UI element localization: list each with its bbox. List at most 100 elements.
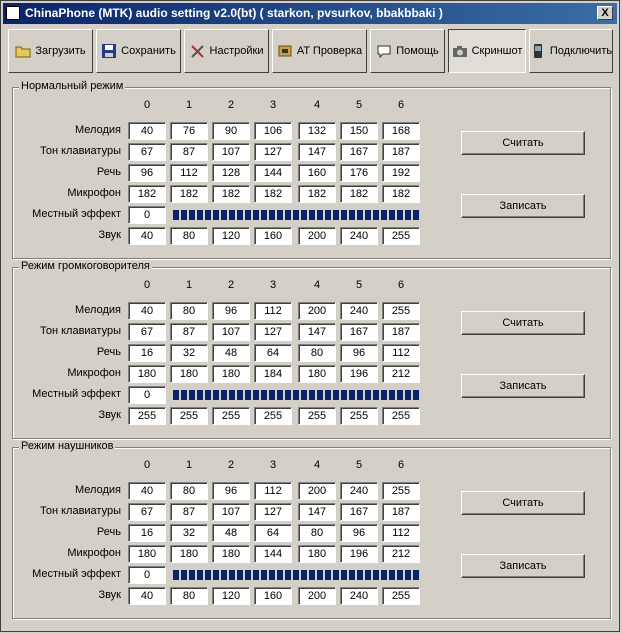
speech-row-cell[interactable]: 32 <box>170 344 208 362</box>
sound-row-cell[interactable]: 255 <box>128 407 166 425</box>
speech-row-cell[interactable]: 160 <box>298 164 336 182</box>
keytone-row-cell[interactable]: 67 <box>128 323 166 341</box>
melody-row-cell[interactable]: 255 <box>382 302 420 320</box>
sound-row-cell[interactable]: 40 <box>128 227 166 245</box>
speech-row-cell[interactable]: 128 <box>212 164 250 182</box>
keytone-row-cell[interactable]: 147 <box>298 503 336 521</box>
keytone-row-cell[interactable]: 187 <box>382 323 420 341</box>
help-button[interactable]: Помощь <box>370 29 445 73</box>
mic-row-cell[interactable]: 212 <box>382 365 420 383</box>
speech-row-cell[interactable]: 80 <box>298 344 336 362</box>
mic-row-cell[interactable]: 182 <box>254 185 292 203</box>
mic-row-cell[interactable]: 182 <box>128 185 166 203</box>
keytone-row-cell[interactable]: 147 <box>298 143 336 161</box>
melody-row-cell[interactable]: 240 <box>340 482 378 500</box>
keytone-row-cell[interactable]: 107 <box>212 143 250 161</box>
sound-row-cell[interactable]: 255 <box>212 407 250 425</box>
save-button[interactable]: Сохранить <box>96 29 181 73</box>
write-button[interactable]: Записать <box>461 374 585 398</box>
melody-row-cell[interactable]: 200 <box>298 482 336 500</box>
mic-row-cell[interactable]: 182 <box>382 185 420 203</box>
melody-row-cell[interactable]: 112 <box>254 482 292 500</box>
keytone-row-cell[interactable]: 67 <box>128 503 166 521</box>
sound-row-cell[interactable]: 240 <box>340 227 378 245</box>
mic-row-cell[interactable]: 144 <box>254 545 292 563</box>
melody-row-cell[interactable]: 80 <box>170 482 208 500</box>
speech-row-cell[interactable]: 64 <box>254 524 292 542</box>
write-button[interactable]: Записать <box>461 194 585 218</box>
speech-row-cell[interactable]: 64 <box>254 344 292 362</box>
mic-row-cell[interactable]: 180 <box>128 365 166 383</box>
speech-row-cell[interactable]: 16 <box>128 524 166 542</box>
sound-row-cell[interactable]: 160 <box>254 587 292 605</box>
sound-row-cell[interactable]: 200 <box>298 587 336 605</box>
mic-row-cell[interactable]: 180 <box>170 365 208 383</box>
melody-row-cell[interactable]: 200 <box>298 302 336 320</box>
speech-row-cell[interactable]: 112 <box>382 524 420 542</box>
mic-row-cell[interactable]: 180 <box>298 545 336 563</box>
sound-row-cell[interactable]: 255 <box>382 227 420 245</box>
sound-row-cell[interactable]: 160 <box>254 227 292 245</box>
sound-row-cell[interactable]: 120 <box>212 227 250 245</box>
mic-row-cell[interactable]: 212 <box>382 545 420 563</box>
sound-row-cell[interactable]: 255 <box>170 407 208 425</box>
speech-row-cell[interactable]: 192 <box>382 164 420 182</box>
connect-button[interactable]: Подключить <box>529 29 613 73</box>
keytone-row-cell[interactable]: 87 <box>170 143 208 161</box>
keytone-row-cell[interactable]: 87 <box>170 323 208 341</box>
speech-row-cell[interactable]: 144 <box>254 164 292 182</box>
melody-row-cell[interactable]: 96 <box>212 482 250 500</box>
keytone-row-cell[interactable]: 167 <box>340 323 378 341</box>
melody-row-cell[interactable]: 80 <box>170 302 208 320</box>
sound-row-cell[interactable]: 200 <box>298 227 336 245</box>
load-button[interactable]: Загрузить <box>8 29 93 73</box>
keytone-row-cell[interactable]: 187 <box>382 143 420 161</box>
sidetone-slider[interactable] <box>173 390 419 400</box>
read-button[interactable]: Считать <box>461 131 585 155</box>
speech-row-cell[interactable]: 80 <box>298 524 336 542</box>
keytone-row-cell[interactable]: 87 <box>170 503 208 521</box>
close-button[interactable]: X <box>597 6 613 20</box>
melody-row-cell[interactable]: 40 <box>128 122 166 140</box>
keytone-row-cell[interactable]: 107 <box>212 323 250 341</box>
keytone-row-cell[interactable]: 167 <box>340 503 378 521</box>
melody-row-cell[interactable]: 90 <box>212 122 250 140</box>
keytone-row-cell[interactable]: 107 <box>212 503 250 521</box>
sound-row-cell[interactable]: 255 <box>254 407 292 425</box>
melody-row-cell[interactable]: 96 <box>212 302 250 320</box>
melody-row-cell[interactable]: 40 <box>128 482 166 500</box>
keytone-row-cell[interactable]: 147 <box>298 323 336 341</box>
mic-row-cell[interactable]: 182 <box>340 185 378 203</box>
sound-row-cell[interactable]: 80 <box>170 227 208 245</box>
mic-row-cell[interactable]: 180 <box>170 545 208 563</box>
sound-row-cell[interactable]: 80 <box>170 587 208 605</box>
mic-row-cell[interactable]: 180 <box>128 545 166 563</box>
speech-row-cell[interactable]: 96 <box>340 344 378 362</box>
melody-row-cell[interactable]: 76 <box>170 122 208 140</box>
keytone-row-cell[interactable]: 67 <box>128 143 166 161</box>
melody-row-cell[interactable]: 40 <box>128 302 166 320</box>
sound-row-cell[interactable]: 255 <box>382 587 420 605</box>
mic-row-cell[interactable]: 180 <box>212 545 250 563</box>
keytone-row-cell[interactable]: 127 <box>254 503 292 521</box>
keytone-row-cell[interactable]: 127 <box>254 323 292 341</box>
speech-row-cell[interactable]: 96 <box>340 524 378 542</box>
keytone-row-cell[interactable]: 167 <box>340 143 378 161</box>
speech-row-cell[interactable]: 96 <box>128 164 166 182</box>
sound-row-cell[interactable]: 40 <box>128 587 166 605</box>
mic-row-cell[interactable]: 196 <box>340 545 378 563</box>
sidetone-field[interactable]: 0 <box>128 206 166 224</box>
speech-row-cell[interactable]: 112 <box>382 344 420 362</box>
melody-row-cell[interactable]: 168 <box>382 122 420 140</box>
speech-row-cell[interactable]: 48 <box>212 524 250 542</box>
sound-row-cell[interactable]: 240 <box>340 587 378 605</box>
melody-row-cell[interactable]: 150 <box>340 122 378 140</box>
melody-row-cell[interactable]: 240 <box>340 302 378 320</box>
mic-row-cell[interactable]: 182 <box>170 185 208 203</box>
mic-row-cell[interactable]: 184 <box>254 365 292 383</box>
mic-row-cell[interactable]: 180 <box>212 365 250 383</box>
sound-row-cell[interactable]: 255 <box>382 407 420 425</box>
sidetone-slider[interactable] <box>173 210 419 220</box>
sound-row-cell[interactable]: 255 <box>298 407 336 425</box>
speech-row-cell[interactable]: 176 <box>340 164 378 182</box>
